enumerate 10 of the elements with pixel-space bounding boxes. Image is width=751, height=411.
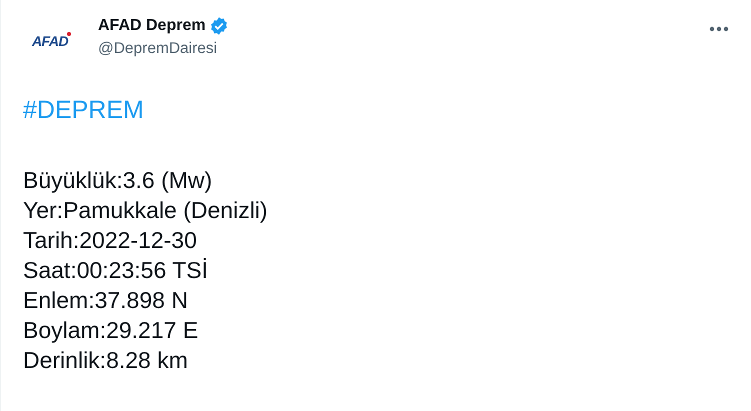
author-name[interactable]: AFAD Deprem	[98, 17, 206, 35]
author-handle[interactable]: @DepremDairesi	[98, 40, 229, 58]
tweet-text-line: Yer:Pamukkale (Denizli)	[23, 196, 269, 225]
more-options-icon[interactable]	[709, 26, 729, 32]
tweet-text-line: Saat:00:23:56 TSİ	[23, 256, 209, 285]
tweet-text-line: Enlem:37.898 N	[23, 286, 189, 315]
tweet-text-line: Büyüklük:3.6 (Mw)	[23, 166, 214, 195]
tweet-text-line: Derinlik:8.28 km	[23, 346, 189, 375]
tweet-text-line: Boylam:29.217 E	[23, 316, 200, 345]
tweet-text-line: Tarih:2022-12-30	[23, 226, 198, 255]
